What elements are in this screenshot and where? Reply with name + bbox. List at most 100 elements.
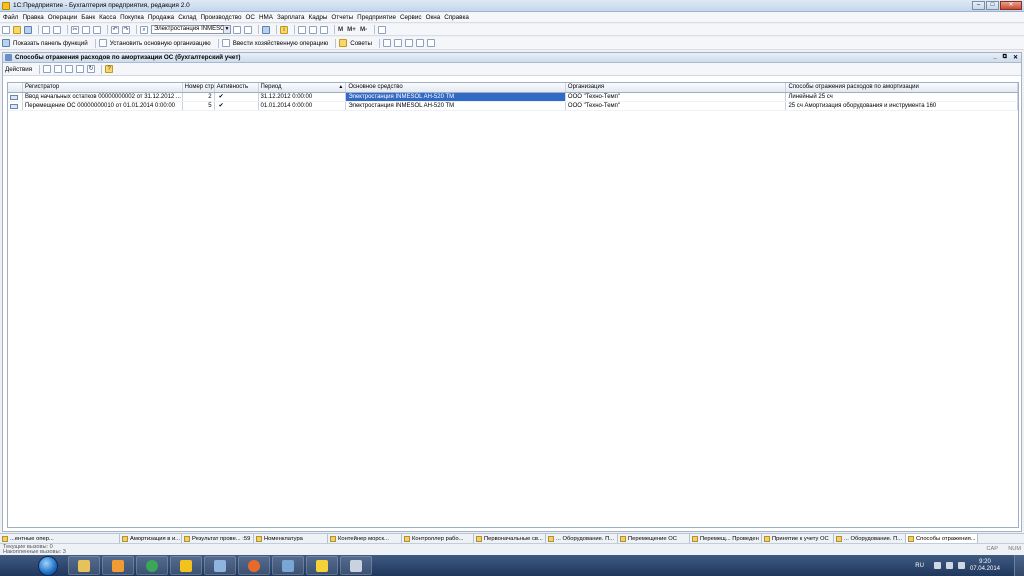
new-document-icon[interactable] xyxy=(2,25,10,34)
window-tab[interactable]: Номенклатура xyxy=(254,534,328,543)
network-icon[interactable] xyxy=(945,562,953,569)
tools-icon[interactable] xyxy=(378,25,387,34)
paste-icon[interactable] xyxy=(93,25,101,34)
chart-icon[interactable] xyxy=(426,39,435,47)
copy-icon[interactable] xyxy=(82,25,90,34)
cell-activity[interactable]: ✔ xyxy=(215,93,259,101)
window-tab[interactable]: Результат прове... :59 xyxy=(182,534,254,543)
menu-item-windows[interactable]: Окна xyxy=(426,14,441,21)
search-icon[interactable]: ⌕ xyxy=(140,25,148,34)
journal-icon[interactable] xyxy=(393,39,402,47)
cell-line-number[interactable]: 5 xyxy=(183,102,215,110)
menu-item-production[interactable]: Производство xyxy=(200,14,241,21)
taskbar-explorer-button[interactable] xyxy=(68,556,100,575)
minimize-button[interactable]: – xyxy=(972,1,985,10)
clock[interactable]: 9:20 07.04.2014 xyxy=(970,559,1000,573)
menu-item-bank[interactable]: Банк xyxy=(81,14,95,21)
cell-organization[interactable]: ООО "Техно-Темп" xyxy=(566,93,787,101)
taskbar-1c-button[interactable] xyxy=(170,556,202,575)
print-icon[interactable] xyxy=(42,25,50,34)
menu-item-operations[interactable]: Операции xyxy=(48,14,77,21)
menu-item-sales[interactable]: Продажа xyxy=(148,14,174,21)
window-tab[interactable]: Контейнер морск... xyxy=(328,534,402,543)
tray-flag-icon[interactable] xyxy=(933,562,941,569)
window-tab[interactable]: ... Оборудование. П... xyxy=(546,534,618,543)
actions-menu-button[interactable]: Действия xyxy=(5,66,32,73)
memory-add-button[interactable]: M+ xyxy=(347,26,356,33)
cell-period[interactable]: 01.01.2014 0:00:00 xyxy=(259,102,347,110)
cut-icon[interactable]: ✂ xyxy=(71,25,79,34)
ledger-icon[interactable] xyxy=(415,39,424,47)
column-header-asset[interactable]: Основное средство xyxy=(346,83,566,92)
cell-asset-selected[interactable]: Электростанция INMESOL AH-520 TM xyxy=(346,93,566,101)
set-organization-button[interactable]: Установить основную организацию xyxy=(110,40,211,47)
window-tab[interactable]: Принятие к учету ОС xyxy=(762,534,834,543)
column-header-method[interactable]: Способы отражения расходов по амортизаци… xyxy=(786,83,1018,92)
form-minimize-button[interactable]: _ xyxy=(993,54,996,61)
taskbar-chrome-button[interactable] xyxy=(136,556,168,575)
redo-icon[interactable]: ↷ xyxy=(122,25,130,34)
window-tab[interactable]: ...ентные опер... xyxy=(0,534,120,543)
menu-item-help[interactable]: Справка xyxy=(444,14,469,21)
window-tab[interactable]: Контроллер рабо... xyxy=(402,534,474,543)
show-desktop-button[interactable] xyxy=(1014,555,1024,576)
search-input[interactable]: Электростанция INMESO ▼ xyxy=(151,25,231,34)
table-icon[interactable] xyxy=(298,25,306,34)
refresh-icon[interactable]: ↻ xyxy=(87,65,96,73)
start-button[interactable] xyxy=(38,555,58,576)
show-panel-button[interactable]: Показать панель функций xyxy=(13,40,88,47)
menu-item-warehouse[interactable]: Склад xyxy=(178,14,196,21)
menu-item-file[interactable]: Файл xyxy=(3,14,18,21)
calendar-icon[interactable] xyxy=(309,25,317,34)
taskbar-calculator-button[interactable] xyxy=(204,556,236,575)
window-tab[interactable]: Первоначальные св... xyxy=(474,534,546,543)
cell-method[interactable]: 25 сч Амортизация оборудования и инструм… xyxy=(786,102,1018,110)
taskbar-firefox-button[interactable] xyxy=(238,556,270,575)
memory-button[interactable]: M xyxy=(338,26,343,33)
cell-registrar[interactable]: Ввод начальных остатков 00000000002 от 3… xyxy=(23,93,183,101)
column-header-activity[interactable]: Активность xyxy=(215,83,259,92)
cell-organization[interactable]: ООО "Техно-Темп" xyxy=(566,102,787,110)
filter-settings-icon[interactable] xyxy=(54,65,63,73)
open-folder-icon[interactable] xyxy=(13,25,21,34)
save-icon[interactable] xyxy=(24,25,32,34)
language-indicator[interactable]: RU xyxy=(915,563,924,569)
table-row[interactable]: Ввод начальных остатков 00000000002 от 3… xyxy=(8,93,1018,102)
form-close-button[interactable]: ✕ xyxy=(1013,54,1018,61)
cell-period[interactable]: 31.12.2012 0:00:00 xyxy=(259,93,347,101)
filter-off-icon[interactable] xyxy=(76,65,85,73)
menu-item-edit[interactable]: Правка xyxy=(22,14,43,21)
tips-button[interactable]: Советы xyxy=(350,40,372,47)
taskbar-settings-button[interactable] xyxy=(340,556,372,575)
menu-item-fixed-assets[interactable]: ОС xyxy=(246,14,255,21)
column-header-line-number[interactable]: Номер стр... xyxy=(183,83,215,92)
find-next-icon[interactable] xyxy=(233,25,241,34)
form-restore-button[interactable]: ⧉ xyxy=(1003,54,1007,61)
info-icon[interactable]: i xyxy=(280,25,288,34)
cell-activity[interactable]: ✔ xyxy=(215,102,259,110)
window-tab[interactable]: ... Оборудование. П... xyxy=(834,534,906,543)
cell-line-number[interactable]: 2 xyxy=(183,93,215,101)
volume-icon[interactable] xyxy=(957,562,965,569)
taskbar-search-tool-button[interactable] xyxy=(272,556,304,575)
column-header-organization[interactable]: Организация xyxy=(566,83,787,92)
cell-method[interactable]: Линейный 25 сч xyxy=(786,93,1018,101)
menu-item-reports[interactable]: Отчеты xyxy=(331,14,353,21)
taskbar-1c-enterprise-button[interactable] xyxy=(306,556,338,575)
menu-item-intangibles[interactable]: НМА xyxy=(259,14,273,21)
menu-item-service[interactable]: Сервис xyxy=(400,14,422,21)
window-tab[interactable]: Амортизация в и... xyxy=(120,534,182,543)
cell-asset[interactable]: Электростанция INMESOL AH-520 TM xyxy=(346,102,566,110)
column-header-period[interactable]: Период ▲ xyxy=(259,83,347,92)
find-previous-icon[interactable] xyxy=(244,25,252,34)
table-row[interactable]: Перемещение ОС 00000000010 от 01.01.2014… xyxy=(8,102,1018,111)
link-icon[interactable] xyxy=(43,65,52,73)
menu-item-cash[interactable]: Касса xyxy=(99,14,116,21)
window-tab[interactable]: Перемещение ОС xyxy=(618,534,690,543)
menu-item-hr[interactable]: Кадры xyxy=(309,14,328,21)
menu-item-enterprise[interactable]: Предприятие xyxy=(357,14,396,21)
filter-icon[interactable] xyxy=(65,65,74,73)
chevron-down-icon[interactable]: ▼ xyxy=(223,26,230,33)
menu-item-purchase[interactable]: Покупка xyxy=(120,14,144,21)
cell-registrar[interactable]: Перемещение ОС 00000000010 от 01.01.2014… xyxy=(23,102,183,110)
